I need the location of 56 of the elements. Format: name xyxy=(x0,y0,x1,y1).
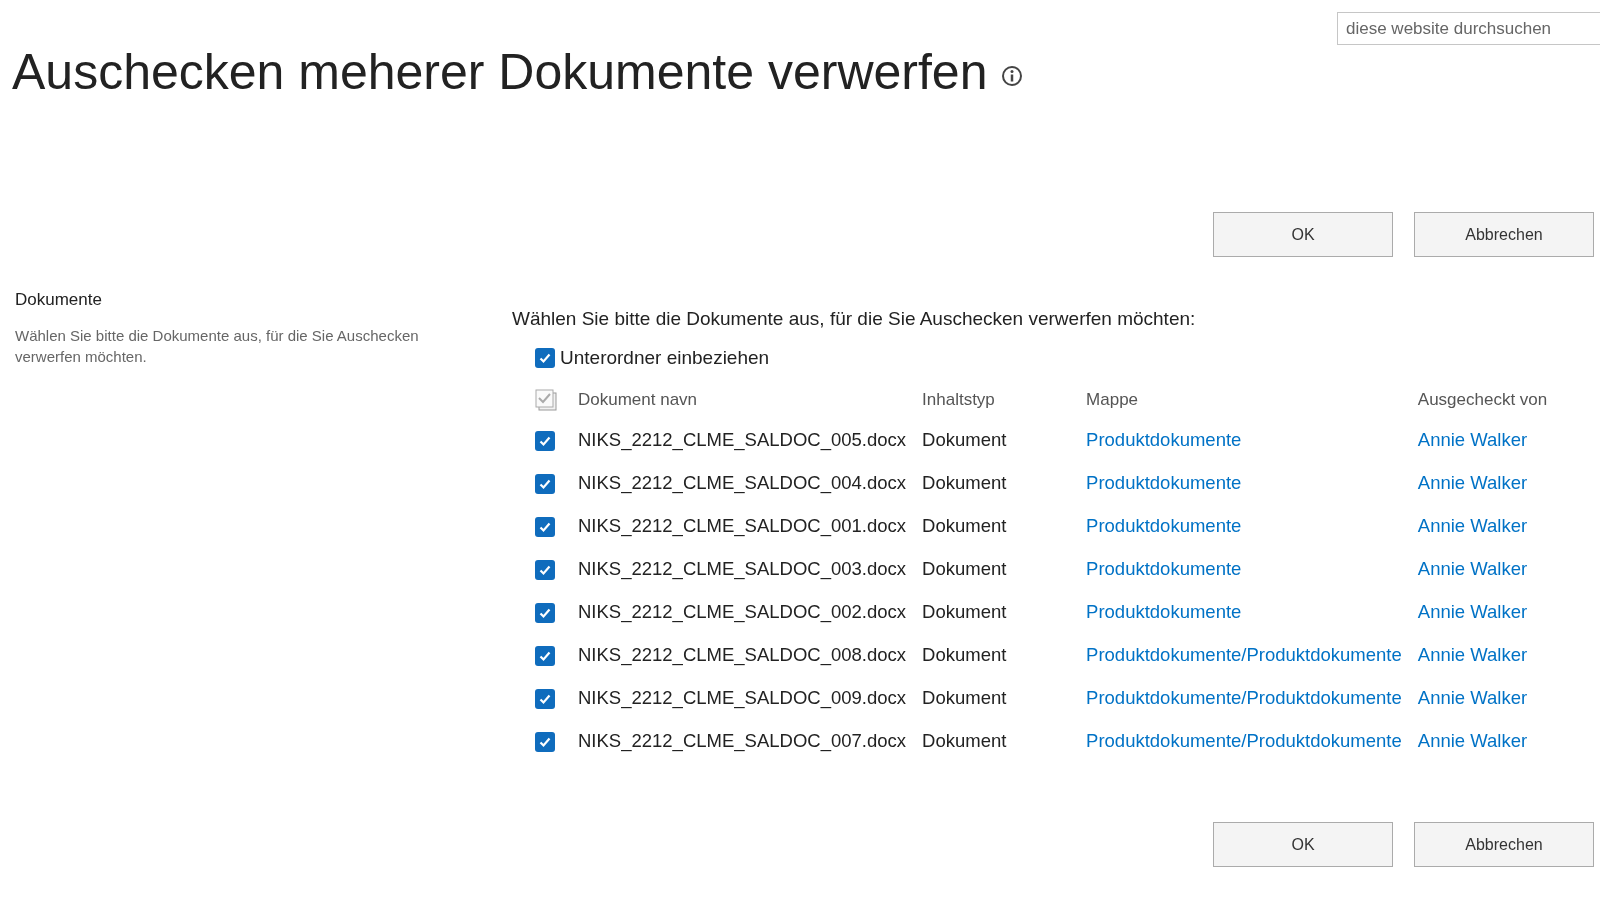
info-icon[interactable] xyxy=(1001,65,1024,87)
row-checkbox[interactable] xyxy=(535,645,555,666)
ok-button[interactable]: OK xyxy=(1213,822,1393,867)
page-title: Auschecken meherer Dokumente verwerfen xyxy=(12,47,988,97)
subfolders-label: Unterordner einbeziehen xyxy=(560,345,770,370)
user-link[interactable]: Annie Walker xyxy=(1417,686,1528,708)
document-name: NIKS_2212_CLME_SALDOC_002.docx xyxy=(578,600,907,622)
subfolders-checkbox[interactable] xyxy=(535,347,555,368)
folder-link[interactable]: Produktdokumente xyxy=(1086,600,1242,622)
row-checkbox[interactable] xyxy=(535,430,555,451)
folder-link[interactable]: Produktdokumente/Produktdokumente xyxy=(1086,643,1402,665)
user-link[interactable]: Annie Walker xyxy=(1417,514,1528,536)
row-checkbox[interactable] xyxy=(535,688,555,709)
document-name: NIKS_2212_CLME_SALDOC_007.docx xyxy=(578,729,907,751)
document-name: NIKS_2212_CLME_SALDOC_003.docx xyxy=(578,557,907,579)
cancel-button[interactable]: Abbrechen xyxy=(1414,822,1594,867)
column-header: Mappe xyxy=(1086,390,1139,410)
column-header: Dokument navn xyxy=(578,390,698,410)
section-description: Wählen Sie bitte die Dokumente aus, für die Sie Auschecken verwerfen möchten. xyxy=(15,325,420,367)
content-type: Dokument xyxy=(922,643,1007,665)
document-name: NIKS_2212_CLME_SALDOC_004.docx xyxy=(578,471,907,493)
row-checkbox[interactable] xyxy=(535,516,555,537)
row-checkbox[interactable] xyxy=(535,559,555,580)
column-header: Ausgecheckt von xyxy=(1417,390,1548,410)
content-type: Dokument xyxy=(922,514,1007,536)
ok-button[interactable]: OK xyxy=(1213,212,1393,257)
user-link[interactable]: Annie Walker xyxy=(1417,643,1528,665)
section-label: Dokumente xyxy=(15,289,103,311)
content-type: Dokument xyxy=(922,600,1007,622)
cancel-button[interactable]: Abbrechen xyxy=(1414,212,1594,257)
instruction-text: Wählen Sie bitte die Dokumente aus, für die Sie Auschecken verwerfen möchten: xyxy=(512,307,1197,331)
user-link[interactable]: Annie Walker xyxy=(1417,600,1528,622)
user-link[interactable]: Annie Walker xyxy=(1417,729,1528,751)
document-name: NIKS_2212_CLME_SALDOC_001.docx xyxy=(578,514,907,536)
document-name: NIKS_2212_CLME_SALDOC_009.docx xyxy=(578,686,907,708)
content-type: Dokument xyxy=(922,729,1007,751)
document-name: NIKS_2212_CLME_SALDOC_005.docx xyxy=(578,428,907,450)
content-type: Dokument xyxy=(922,471,1007,493)
column-header: Inhaltstyp xyxy=(922,390,995,410)
folder-link[interactable]: Produktdokumente/Produktdokumente xyxy=(1086,686,1402,708)
user-link[interactable]: Annie Walker xyxy=(1417,557,1528,579)
user-link[interactable]: Annie Walker xyxy=(1417,428,1528,450)
content-type: Dokument xyxy=(922,428,1007,450)
content-type: Dokument xyxy=(922,686,1007,708)
folder-link[interactable]: Produktdokumente xyxy=(1086,471,1242,493)
folder-link[interactable]: Produktdokumente xyxy=(1086,557,1242,579)
row-checkbox[interactable] xyxy=(535,473,555,494)
folder-link[interactable]: Produktdokumente xyxy=(1086,514,1242,536)
folder-link[interactable]: Produktdokumente/Produktdokumente xyxy=(1086,729,1402,751)
content-type: Dokument xyxy=(922,557,1007,579)
row-checkbox[interactable] xyxy=(535,602,555,623)
document-name: NIKS_2212_CLME_SALDOC_008.docx xyxy=(578,643,907,665)
folder-link[interactable]: Produktdokumente xyxy=(1086,428,1242,450)
row-checkbox[interactable] xyxy=(535,731,555,752)
user-link[interactable]: Annie Walker xyxy=(1417,471,1528,493)
search-field[interactable]: diese website durchsuchen xyxy=(1337,12,1600,45)
